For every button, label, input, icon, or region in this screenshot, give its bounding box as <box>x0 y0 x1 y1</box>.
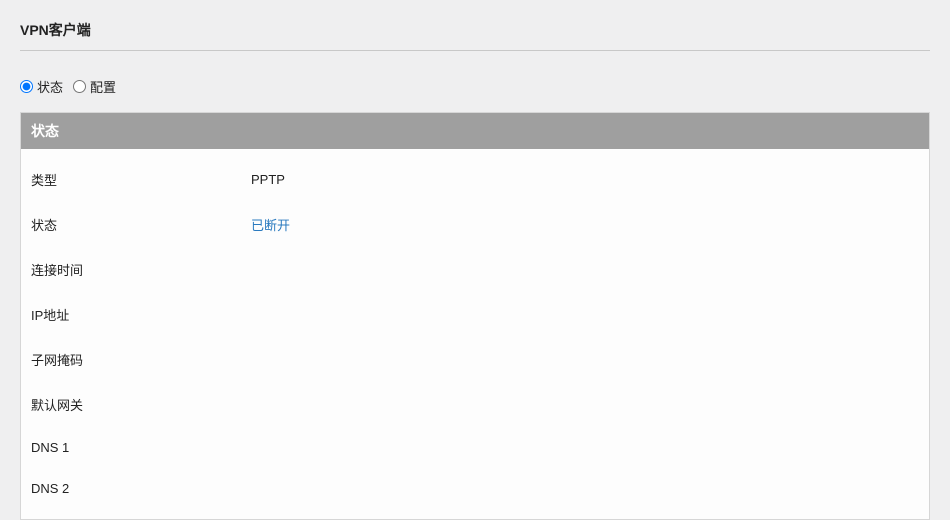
row-status-label: 状态 <box>31 215 251 234</box>
row-connect-time-label: 连接时间 <box>31 260 251 279</box>
page-title: VPN客户端 <box>20 20 930 51</box>
tab-status[interactable]: 状态 <box>20 77 63 96</box>
row-default-gateway-label: 默认网关 <box>31 395 251 414</box>
row-connect-time: 连接时间 <box>31 247 919 292</box>
status-panel: 状态 类型 PPTP 状态 已断开 连接时间 IP地址 子网掩码 默认网关 DN… <box>20 112 930 520</box>
tab-radio-group: 状态 配置 <box>20 77 930 96</box>
panel-header: 状态 <box>21 113 929 149</box>
row-subnet-mask-label: 子网掩码 <box>31 350 251 369</box>
row-default-gateway: 默认网关 <box>31 382 919 427</box>
row-status-value: 已断开 <box>251 215 290 234</box>
tab-configure-radio[interactable] <box>73 80 86 93</box>
row-subnet-mask: 子网掩码 <box>31 337 919 382</box>
tab-status-radio[interactable] <box>20 80 33 93</box>
row-dns2: DNS 2 <box>31 468 919 509</box>
row-type-label: 类型 <box>31 170 251 189</box>
row-type: 类型 PPTP <box>31 157 919 202</box>
row-status: 状态 已断开 <box>31 202 919 247</box>
row-ip-address-label: IP地址 <box>31 305 251 324</box>
tab-configure[interactable]: 配置 <box>73 77 116 96</box>
row-dns1-label: DNS 1 <box>31 440 251 455</box>
row-dns1: DNS 1 <box>31 427 919 468</box>
tab-status-label: 状态 <box>37 77 63 96</box>
panel-body: 类型 PPTP 状态 已断开 连接时间 IP地址 子网掩码 默认网关 DNS 1 <box>21 149 929 519</box>
row-ip-address: IP地址 <box>31 292 919 337</box>
row-dns2-label: DNS 2 <box>31 481 251 496</box>
row-type-value: PPTP <box>251 172 285 187</box>
tab-configure-label: 配置 <box>90 77 116 96</box>
